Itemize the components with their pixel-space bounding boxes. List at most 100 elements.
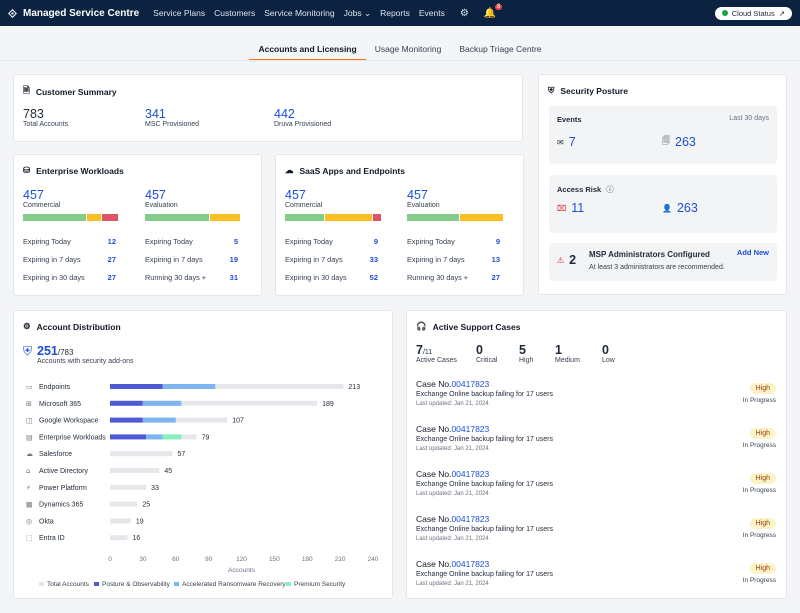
saas-evaluation-row-value[interactable]: 13 (470, 255, 500, 264)
shield-icon: ⛨ (548, 85, 555, 95)
case-status: In Progress (742, 532, 776, 539)
enterprise-evaluation-row-label: Expiring Today (145, 237, 193, 246)
enterprise-evaluation-bar (145, 214, 240, 221)
x-tick-label: 0 (108, 556, 112, 563)
enterprise-evaluation-row-value[interactable]: 5 (208, 237, 238, 246)
case-priority-badge: High (749, 383, 776, 394)
enterprise-evaluation-value[interactable]: 457 (145, 188, 178, 202)
settings-gear-icon[interactable]: ⚙ (460, 8, 469, 19)
risk-count-1[interactable]: 11 (571, 201, 584, 215)
bar-value-label: 189 (322, 401, 334, 408)
bar-segment (110, 417, 143, 423)
brand[interactable]: Managed Service Centre (8, 8, 139, 19)
case-priority-badge: High (749, 563, 776, 574)
support-stat-label: High (519, 357, 534, 364)
category-label: Power Platform (39, 485, 87, 492)
info-icon[interactable]: ⓘ (606, 184, 614, 195)
tab-usage-monitoring[interactable]: Usage Monitoring (366, 44, 451, 61)
druva-provisioned-label: Druva Provisioned (274, 121, 332, 128)
support-stat-value[interactable]: 0 (602, 343, 609, 357)
support-stat-value[interactable]: 1 (555, 343, 562, 357)
enterprise-evaluation-row-label: Expiring in 7 days (145, 255, 203, 264)
tab-backup-triage[interactable]: Backup Triage Centre (450, 44, 550, 61)
saas-commercial-value[interactable]: 457 (285, 188, 322, 202)
saas-evaluation-row-value[interactable]: 27 (470, 273, 500, 282)
nav-reports[interactable]: Reports (380, 8, 410, 18)
bar-value-label: 16 (133, 535, 141, 542)
case-number-link[interactable]: 00417823 (451, 379, 489, 389)
enterprise-commercial-row-value[interactable]: 27 (86, 273, 116, 282)
events-label: Events (557, 115, 582, 124)
saas-commercial-row-value[interactable]: 9 (348, 237, 378, 246)
nav-events[interactable]: Events (419, 8, 445, 18)
category-icon: ⌂ (26, 467, 30, 475)
saas-evaluation-row-label: Running 30 days + (407, 273, 469, 282)
support-case-item[interactable]: Case No.00417823 Exchange Online backup f… (416, 379, 776, 407)
saas-commercial-row-label: Expiring Today (285, 237, 333, 246)
user-alert-icon: 👤 (662, 203, 672, 213)
events-count-2[interactable]: 263 (675, 135, 696, 149)
security-shield-icon: ⛨ (23, 344, 33, 358)
bar-value-label: 213 (348, 384, 360, 391)
support-stat: 0 Critical (476, 343, 497, 364)
bar-segment (146, 434, 163, 440)
cloud-status-button[interactable]: Cloud Status ↗ (714, 6, 792, 20)
support-case-item[interactable]: Case No.00417823 Exchange Online backup f… (416, 514, 776, 542)
total-accounts-value: 783 (23, 107, 44, 121)
x-tick-label: 30 (139, 556, 147, 563)
saas-commercial-row-value[interactable]: 33 (348, 255, 378, 264)
enterprise-evaluation-row-value[interactable]: 31 (208, 273, 238, 282)
case-number-link[interactable]: 00417823 (451, 424, 489, 434)
case-number-link[interactable]: 00417823 (451, 469, 489, 479)
support-stat-value[interactable]: 7 (416, 343, 423, 357)
support-case-item[interactable]: Case No.00417823 Exchange Online backup f… (416, 424, 776, 452)
case-number-link[interactable]: 00417823 (451, 559, 489, 569)
security-posture-card: ⛨ Security Posture Events Last 30 days ✉ … (538, 74, 787, 295)
code-alert-icon: ⌧ (557, 203, 567, 213)
case-number-link[interactable]: 00417823 (451, 514, 489, 524)
saas-evaluation-row-value[interactable]: 9 (470, 237, 500, 246)
support-stat: 7/11 Active Cases (416, 343, 457, 364)
saas-commercial-row-value[interactable]: 52 (348, 273, 378, 282)
nav-service-monitoring[interactable]: Service Monitoring (264, 8, 334, 18)
enterprise-evaluation-row-value[interactable]: 19 (208, 255, 238, 264)
msc-provisioned-value[interactable]: 341 (145, 107, 199, 121)
bar-total-accounts (110, 535, 128, 541)
events-count-1[interactable]: 7 (569, 135, 576, 149)
case-status: In Progress (742, 397, 776, 404)
case-title: Case No.00417823 (416, 559, 776, 569)
support-stat-label: Active Cases (416, 357, 457, 364)
bar-value-label: 33 (151, 485, 159, 492)
security-addon-count[interactable]: 251 (37, 344, 58, 358)
saas-apps-card: ☁ SaaS Apps and Endpoints 457 Commercial … (275, 154, 524, 296)
x-tick-label: 120 (236, 556, 247, 563)
support-case-item[interactable]: Case No.00417823 Exchange Online backup f… (416, 559, 776, 587)
enterprise-evaluation-row-label: Running 30 days + (145, 273, 207, 282)
nav-service-plans[interactable]: Service Plans (153, 8, 205, 18)
case-description: Exchange Online backup failing for 17 us… (416, 571, 553, 578)
support-stat-value[interactable]: 5 (519, 343, 526, 357)
druva-provisioned-value[interactable]: 442 (274, 107, 331, 121)
x-axis-label: Accounts (228, 567, 255, 574)
enterprise-commercial-value[interactable]: 457 (23, 188, 60, 202)
add-new-admin-link[interactable]: Add New (737, 248, 769, 257)
tab-accounts-licensing[interactable]: Accounts and Licensing (249, 44, 366, 61)
account-distribution-card: ⚙ Account Distribution ⛨ 251/783 Accounts… (13, 310, 393, 599)
case-status: In Progress (742, 577, 776, 584)
support-case-item[interactable]: Case No.00417823 Exchange Online backup f… (416, 469, 776, 497)
case-priority-badge: High (749, 473, 776, 484)
bar-total-accounts (110, 501, 138, 507)
risk-count-2[interactable]: 263 (677, 201, 698, 215)
legend-swatch (39, 582, 44, 586)
nav-jobs[interactable]: Jobs ⌄ (344, 8, 371, 19)
support-stat-value[interactable]: 0 (476, 343, 483, 357)
saas-evaluation-value[interactable]: 457 (407, 188, 440, 202)
notifications-bell-icon[interactable]: 🔔 8 (484, 3, 503, 19)
enterprise-commercial-row-value[interactable]: 27 (86, 255, 116, 264)
enterprise-commercial-row-value[interactable]: 12 (86, 237, 116, 246)
nav-customers[interactable]: Customers (214, 8, 255, 18)
admins-count: 2 (569, 253, 577, 267)
bar-total-accounts (110, 484, 147, 490)
category-icon: ☁ (26, 450, 33, 458)
notification-badge: 8 (494, 3, 503, 10)
